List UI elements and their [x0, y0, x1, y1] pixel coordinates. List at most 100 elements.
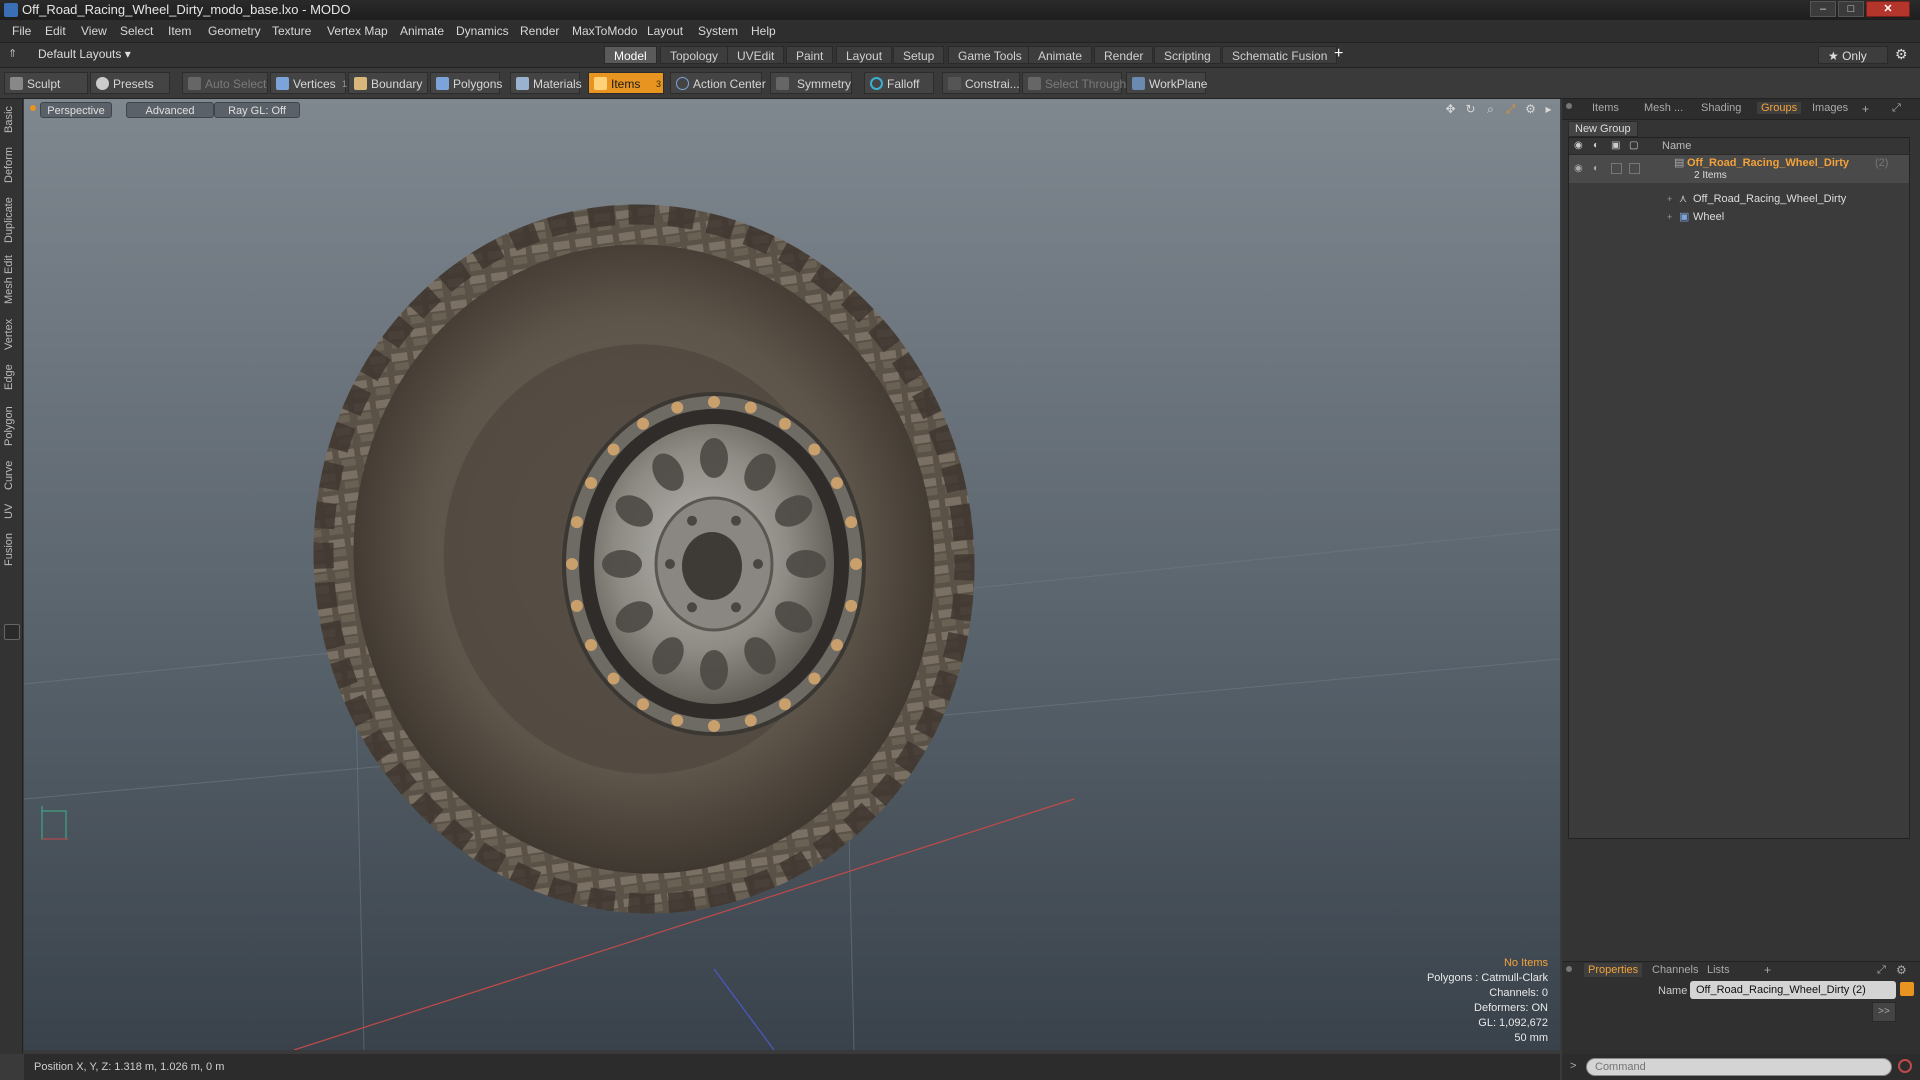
menu-file[interactable]: File: [12, 24, 31, 38]
shading-mode-button[interactable]: Advanced: [126, 102, 214, 118]
move-view-icon[interactable]: ✥: [1444, 103, 1457, 116]
menu-edit[interactable]: Edit: [45, 24, 66, 38]
expand-arrow-icon[interactable]: +: [1667, 191, 1672, 207]
command-record-icon[interactable]: [1898, 1059, 1912, 1073]
vtab-uv[interactable]: UV: [3, 501, 19, 521]
list-item[interactable]: + ▣ Wheel: [1569, 209, 1909, 225]
group-row[interactable]: ◉ ◐ ▤ Off_Road_Racing_Wheel_Dirty (2) 2 …: [1569, 155, 1909, 183]
tab-properties[interactable]: Properties: [1584, 963, 1643, 977]
3d-viewport[interactable]: Perspective Advanced Ray GL: Off ✥ ↻ ⌕ ⤢…: [24, 99, 1560, 1050]
menu-animate[interactable]: Animate: [400, 24, 444, 38]
tab-groups[interactable]: Groups: [1757, 102, 1802, 114]
lock-column-icon[interactable]: ▣: [1611, 138, 1620, 154]
vtab-curve[interactable]: Curve: [3, 457, 19, 493]
menu-texture[interactable]: Texture: [272, 24, 311, 38]
name-color-swatch[interactable]: [1900, 982, 1914, 996]
items-button[interactable]: Items 3: [588, 72, 664, 94]
viewport-expand-icon[interactable]: ▸: [1542, 103, 1555, 116]
menu-vertex-map[interactable]: Vertex Map: [327, 24, 388, 38]
menu-render[interactable]: Render: [520, 24, 559, 38]
tab-items[interactable]: Items: [1592, 102, 1619, 114]
command-input[interactable]: [1586, 1058, 1892, 1076]
vertices-button[interactable]: Vertices 1: [270, 72, 347, 94]
menu-system[interactable]: System: [698, 24, 738, 38]
tab-model[interactable]: Model: [604, 46, 657, 64]
group-render-icon[interactable]: ◐: [1593, 161, 1599, 177]
vtab-basic[interactable]: Basic: [3, 105, 19, 135]
add-tab-button[interactable]: +: [1334, 45, 1343, 63]
tab-schematic-fusion[interactable]: Schematic Fusion: [1222, 46, 1338, 64]
panel-expand-icon[interactable]: ⤢: [1892, 102, 1901, 115]
only-toggle[interactable]: ★ Only: [1818, 46, 1888, 64]
list-item[interactable]: + ⋏ Off_Road_Racing_Wheel_Dirty: [1569, 191, 1909, 207]
fit-view-icon[interactable]: ⤢: [1504, 103, 1517, 116]
auto-select-button[interactable]: Auto Select: [182, 72, 268, 94]
tab-shading[interactable]: Shading: [1701, 102, 1741, 114]
constraints-button[interactable]: Constrai...: [942, 72, 1020, 94]
raygl-button[interactable]: Ray GL: Off: [214, 102, 300, 118]
gear-icon[interactable]: ⚙: [1895, 46, 1908, 63]
workplane-button[interactable]: WorkPlane: [1126, 72, 1207, 94]
group-lock-checkbox[interactable]: [1611, 163, 1622, 174]
rotate-view-icon[interactable]: ↻: [1464, 103, 1477, 116]
select-through-button[interactable]: Select Through: [1022, 72, 1126, 94]
name-column-header[interactable]: Name: [1662, 138, 1691, 154]
vtab-mesh-edit[interactable]: Mesh Edit: [3, 255, 19, 305]
tab-mesh[interactable]: Mesh ...: [1644, 102, 1683, 114]
expand-props-button[interactable]: >>: [1872, 1002, 1896, 1022]
boundary-button[interactable]: Boundary: [348, 72, 428, 94]
close-button[interactable]: ✕: [1866, 1, 1910, 17]
strip-toggle-button[interactable]: [4, 624, 20, 640]
menu-dynamics[interactable]: Dynamics: [456, 24, 509, 38]
add-props-tab-icon[interactable]: +: [1764, 963, 1771, 977]
vtab-deform[interactable]: Deform: [3, 145, 19, 185]
vtab-edge[interactable]: Edge: [3, 361, 19, 393]
menu-select[interactable]: Select: [120, 24, 153, 38]
vtab-polygon[interactable]: Polygon: [3, 403, 19, 449]
props-expand-icon[interactable]: ⤢: [1877, 964, 1886, 977]
expand-arrow-icon[interactable]: +: [1667, 209, 1672, 225]
tab-topology[interactable]: Topology: [660, 46, 729, 64]
menu-layout[interactable]: Layout: [647, 24, 683, 38]
menu-geometry[interactable]: Geometry: [208, 24, 261, 38]
polygons-button[interactable]: Polygons: [430, 72, 502, 94]
tab-uvedit[interactable]: UVEdit: [727, 46, 785, 64]
layouts-dropdown[interactable]: Default Layouts ▾: [38, 47, 131, 61]
symmetry-button[interactable]: Symmetry: [770, 72, 852, 94]
tab-images[interactable]: Images: [1812, 102, 1848, 114]
menu-help[interactable]: Help: [751, 24, 776, 38]
render-column-icon[interactable]: ◐: [1593, 138, 1599, 154]
tab-lists[interactable]: Lists: [1707, 964, 1730, 976]
vtab-fusion[interactable]: Fusion: [3, 531, 19, 567]
materials-button[interactable]: Materials: [510, 72, 582, 94]
menu-maxtomodo[interactable]: MaxToModo: [572, 24, 637, 38]
group-select-checkbox[interactable]: [1629, 163, 1640, 174]
tab-scripting[interactable]: Scripting: [1154, 46, 1221, 64]
tab-render[interactable]: Render: [1094, 46, 1154, 64]
tab-layout[interactable]: Layout: [836, 46, 893, 64]
maximize-button[interactable]: □: [1838, 1, 1864, 17]
new-group-button[interactable]: New Group: [1568, 121, 1638, 137]
tab-game-tools[interactable]: Game Tools: [948, 46, 1032, 64]
minimize-button[interactable]: –: [1810, 1, 1836, 17]
zoom-view-icon[interactable]: ⌕: [1484, 103, 1497, 116]
tab-paint[interactable]: Paint: [786, 46, 834, 64]
tab-channels[interactable]: Channels: [1652, 964, 1698, 976]
menu-item[interactable]: Item: [168, 24, 191, 38]
action-center-button[interactable]: Action Center: [670, 72, 766, 94]
vtab-vertex[interactable]: Vertex: [3, 315, 19, 353]
add-panel-tab-icon[interactable]: +: [1862, 102, 1869, 116]
props-gear-icon[interactable]: ⚙: [1896, 963, 1907, 977]
sculpt-button[interactable]: Sculpt: [4, 72, 88, 94]
vtab-duplicate[interactable]: Duplicate: [3, 195, 19, 245]
menu-view[interactable]: View: [81, 24, 107, 38]
name-field[interactable]: Off_Road_Racing_Wheel_Dirty (2): [1690, 981, 1896, 999]
visibility-column-icon[interactable]: ◉: [1574, 138, 1583, 154]
select-column-icon[interactable]: ▢: [1629, 138, 1638, 154]
presets-button[interactable]: Presets: [90, 72, 170, 94]
tab-setup[interactable]: Setup: [893, 46, 945, 64]
falloff-button[interactable]: Falloff: [864, 72, 934, 94]
tab-animate[interactable]: Animate: [1028, 46, 1093, 64]
layout-switch-icon[interactable]: ⇑: [8, 47, 17, 60]
view-mode-button[interactable]: Perspective: [40, 102, 112, 118]
